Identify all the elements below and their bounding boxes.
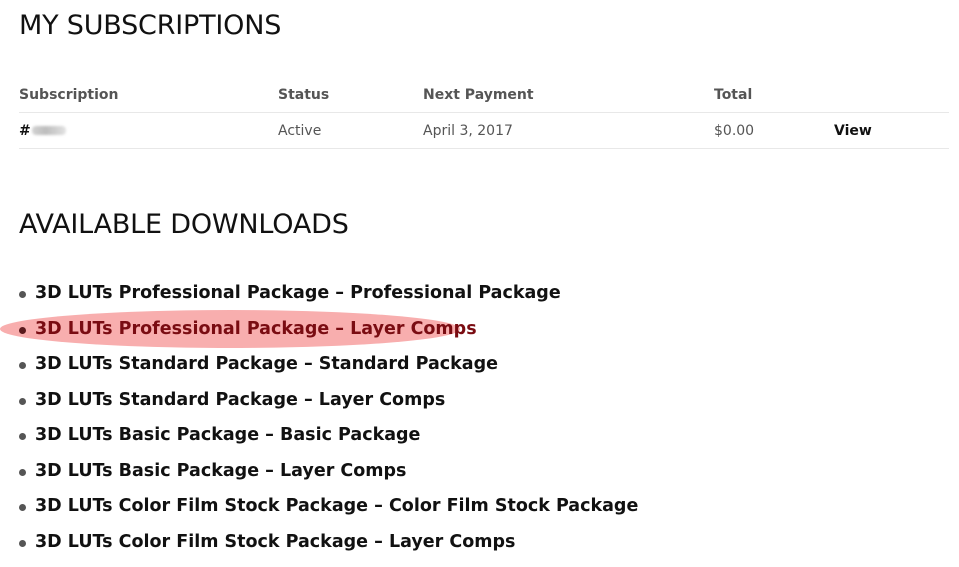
list-item: 3D LUTs Basic Package – Layer Comps	[19, 454, 638, 490]
downloads-list: 3D LUTs Professional Package – Professio…	[19, 276, 638, 560]
bullet-icon	[19, 468, 26, 476]
table-header-row: Subscription Status Next Payment Total	[19, 78, 949, 113]
download-link[interactable]: 3D LUTs Professional Package – Professio…	[35, 283, 561, 303]
column-header-action	[834, 78, 949, 113]
list-item: 3D LUTs Color Film Stock Package – Color…	[19, 489, 638, 525]
subscriptions-table: Subscription Status Next Payment Total #…	[19, 78, 949, 149]
bullet-icon	[19, 291, 26, 298]
bullet-icon	[19, 326, 26, 334]
download-link[interactable]: 3D LUTs Color Film Stock Package – Color…	[35, 496, 638, 516]
subscription-number[interactable]: #	[19, 123, 66, 139]
subscriptions-title: MY SUBSCRIPTIONS	[19, 10, 282, 41]
list-item-highlighted: 3D LUTs Professional Package – Layer Com…	[19, 312, 638, 348]
bullet-icon	[19, 433, 26, 440]
download-link[interactable]: 3D LUTs Professional Package – Layer Com…	[35, 319, 477, 339]
column-header-status: Status	[278, 78, 423, 113]
next-payment-cell: April 3, 2017	[423, 112, 714, 149]
total-cell: $0.00	[714, 112, 834, 149]
list-item: 3D LUTs Standard Package – Layer Comps	[19, 383, 638, 419]
column-header-subscription: Subscription	[19, 78, 278, 113]
bullet-icon	[19, 539, 26, 547]
download-link[interactable]: 3D LUTs Basic Package – Layer Comps	[35, 461, 406, 481]
bullet-icon	[19, 504, 26, 511]
download-link[interactable]: 3D LUTs Standard Package – Layer Comps	[35, 390, 445, 410]
download-link[interactable]: 3D LUTs Standard Package – Standard Pack…	[35, 354, 498, 374]
table-row: # Active April 3, 2017 $0.00 View	[19, 112, 949, 149]
subscription-number-prefix: #	[19, 122, 31, 139]
column-header-total: Total	[714, 78, 834, 113]
column-header-next-payment: Next Payment	[423, 78, 714, 113]
status-cell: Active	[278, 112, 423, 149]
download-link[interactable]: 3D LUTs Basic Package – Basic Package	[35, 425, 420, 445]
download-link[interactable]: 3D LUTs Color Film Stock Package – Layer…	[35, 532, 515, 552]
bullet-icon	[19, 362, 26, 369]
subscription-number-cell: #	[19, 112, 278, 149]
list-item: 3D LUTs Basic Package – Basic Package	[19, 418, 638, 454]
list-item: 3D LUTs Standard Package – Standard Pack…	[19, 347, 638, 383]
downloads-title: AVAILABLE DOWNLOADS	[19, 209, 349, 240]
action-cell: View	[834, 112, 949, 149]
list-item: 3D LUTs Color Film Stock Package – Layer…	[19, 525, 638, 561]
bullet-icon	[19, 397, 26, 405]
view-subscription-link[interactable]: View	[834, 123, 872, 139]
list-item: 3D LUTs Professional Package – Professio…	[19, 276, 638, 312]
redacted-number	[31, 126, 66, 135]
